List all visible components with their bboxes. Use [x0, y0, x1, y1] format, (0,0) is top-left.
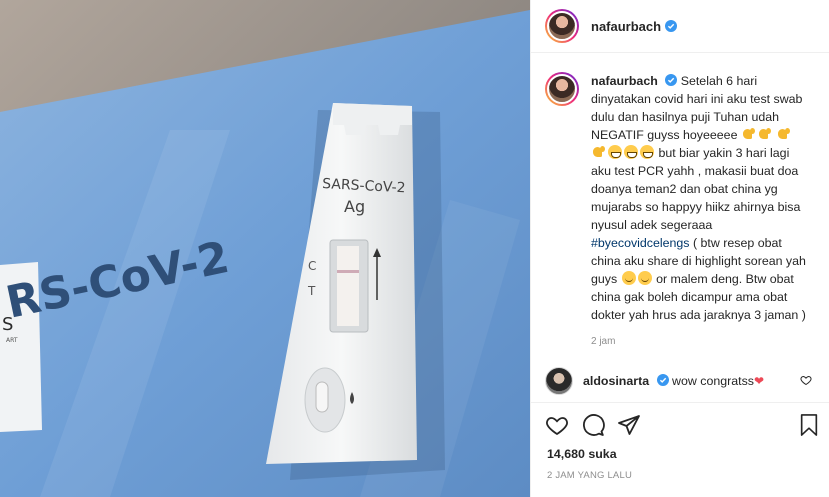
caption-area: nafaurbach Setelah 6 hari dinyatakan cov… [531, 54, 829, 360]
post-timestamp[interactable]: 2 JAM YANG LALU [531, 470, 829, 481]
comment-bubble-icon[interactable] [581, 413, 605, 437]
author-avatar[interactable] [545, 9, 579, 43]
test-kit-photo: S ART RS-CoV-2 SARS-CoV-2 Ag C T [0, 0, 530, 497]
comment-row: aldosinarta wow congratss❤ [545, 367, 820, 395]
smiling-face-emoji-icon [637, 271, 652, 285]
comment-like-heart-icon[interactable] [800, 374, 812, 386]
flexed-biceps-emoji-icon [777, 127, 791, 141]
caption-time: 2 jam [591, 336, 616, 347]
caption-part-2: but biar yakin 3 hari lagi aku test PCR … [591, 146, 801, 232]
share-paper-plane-icon[interactable] [617, 413, 641, 437]
flexed-biceps-emoji-icon [742, 127, 756, 141]
likes-count[interactable]: 14,680 suka [531, 447, 829, 461]
control-mark: C [308, 259, 316, 273]
caption: nafaurbach Setelah 6 hari dinyatakan cov… [545, 72, 816, 324]
verified-badge-icon [665, 74, 678, 86]
red-heart-emoji-icon: ❤ [753, 374, 765, 388]
post-header: nafaurbach [531, 0, 829, 53]
flexed-biceps-emoji-icon [758, 127, 772, 141]
comment-text: aldosinarta wow congratss❤ [583, 374, 764, 388]
action-icons [531, 403, 829, 439]
commenter-avatar[interactable] [545, 367, 573, 395]
post-side-panel: nafaurbach nafaurbach Setelah 6 hari din… [530, 0, 829, 497]
author-username[interactable]: nafaurbach [591, 19, 661, 34]
grinning-face-emoji-icon [608, 145, 622, 159]
cassette-ag: Ag [344, 197, 365, 216]
caption-hashtag[interactable]: #byecovidcelengs [591, 236, 690, 250]
save-bookmark-icon[interactable] [798, 413, 820, 437]
caption-avatar[interactable] [545, 72, 579, 106]
grinning-face-emoji-icon [640, 145, 654, 159]
comment-body: wow congratss [672, 374, 754, 388]
caption-text: nafaurbach Setelah 6 hari dinyatakan cov… [591, 72, 806, 324]
test-mark: T [307, 284, 316, 298]
action-bar: 14,680 suka 2 JAM YANG LALU [531, 402, 829, 497]
grinning-face-emoji-icon [624, 145, 638, 159]
post-photo[interactable]: S ART RS-CoV-2 SARS-CoV-2 Ag C T [0, 0, 530, 497]
sticker-small-text: ART [6, 337, 18, 344]
smiling-face-emoji-icon [621, 271, 636, 285]
flexed-biceps-emoji-icon [592, 145, 606, 159]
verified-badge-icon [656, 374, 669, 386]
verified-badge-icon [665, 20, 678, 32]
like-heart-icon[interactable] [545, 413, 569, 437]
caption-username[interactable]: nafaurbach [591, 74, 658, 88]
comment-username[interactable]: aldosinarta [583, 374, 649, 388]
